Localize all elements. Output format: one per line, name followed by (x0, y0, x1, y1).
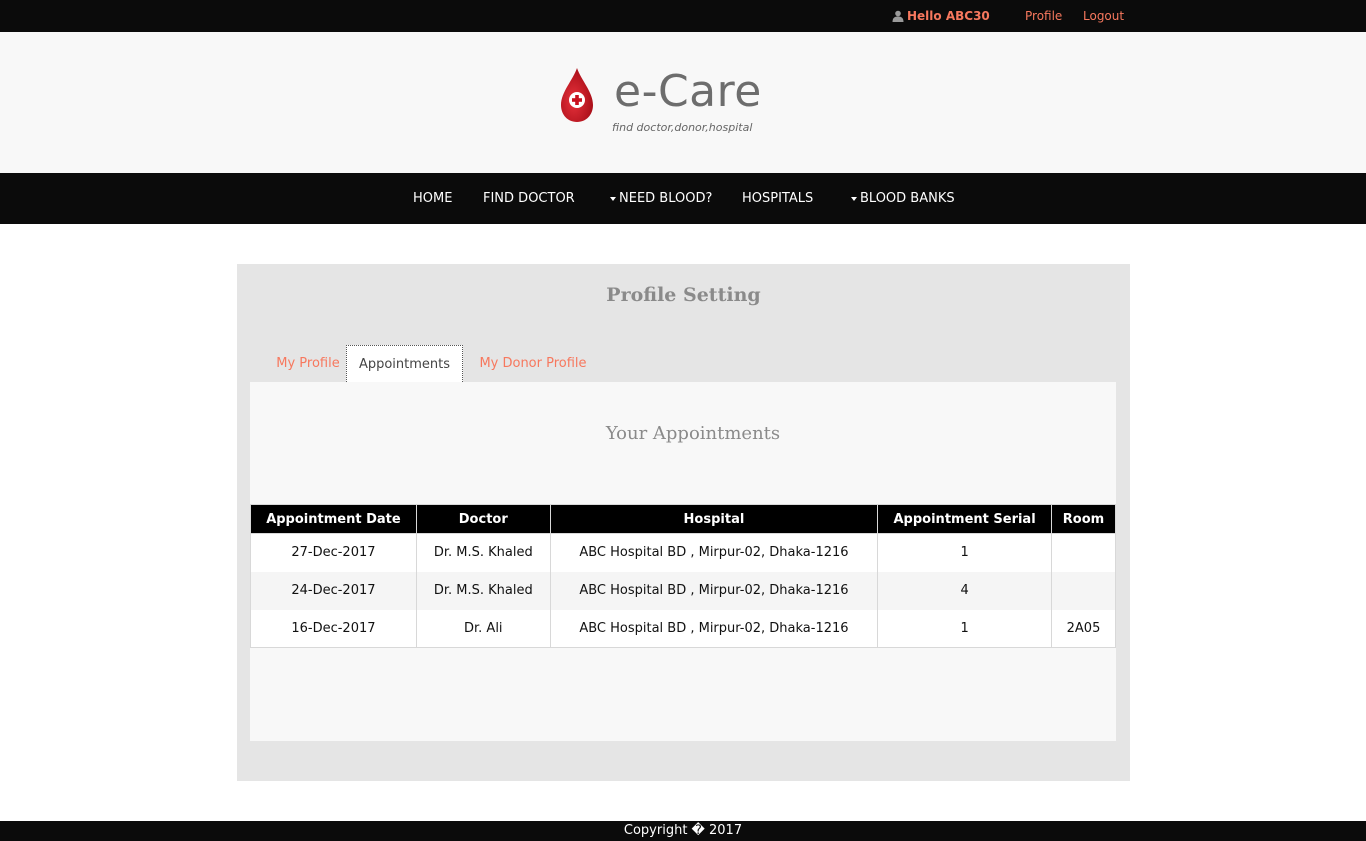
copyright-text: Copyright � 2017 (623, 823, 743, 838)
cell-doctor: Dr. M.S. Khaled (415, 571, 551, 610)
nav-need-blood[interactable]: NEED BLOOD? (610, 191, 712, 206)
brand-name[interactable]: e-Care (614, 66, 762, 118)
table-row: 16-Dec-2017 Dr. Ali ABC Hospital BD , Mi… (250, 609, 1116, 648)
cell-doctor: Dr. M.S. Khaled (415, 533, 551, 572)
user-greeting: Hello ABC30 (892, 9, 990, 23)
cell-doctor: Dr. Ali (415, 609, 551, 648)
cell-serial: 4 (877, 571, 1053, 610)
top-bar: Hello ABC30 Profile Logout (0, 0, 1366, 32)
main-nav: HOME FIND DOCTOR NEED BLOOD? HOSPITALS B… (0, 173, 1366, 224)
cell-room (1051, 571, 1116, 610)
brand-tagline: find doctor,donor,hospital (612, 121, 753, 134)
page-title: Profile Setting (606, 284, 761, 306)
cell-date: 27-Dec-2017 (250, 533, 417, 572)
profile-link[interactable]: Profile (1025, 9, 1062, 23)
caret-down-icon (851, 196, 857, 201)
section-heading: Your Appointments (605, 423, 781, 444)
appointments-content: Your Appointments Appointment Date Docto… (250, 382, 1116, 741)
cell-date: 16-Dec-2017 (250, 609, 417, 648)
table-row: 24-Dec-2017 Dr. M.S. Khaled ABC Hospital… (250, 571, 1116, 610)
cell-room (1051, 533, 1116, 572)
user-icon (892, 10, 904, 22)
col-header-date: Appointment Date (250, 504, 417, 534)
col-header-doctor: Doctor (415, 504, 551, 534)
profile-setting-panel: Profile Setting My Profile Appointments … (237, 264, 1130, 781)
greeting-text: Hello ABC30 (907, 9, 990, 23)
tab-appointments[interactable]: Appointments (346, 345, 463, 382)
cell-date: 24-Dec-2017 (250, 571, 417, 610)
cell-room: 2A05 (1051, 609, 1116, 648)
col-header-room: Room (1051, 504, 1116, 534)
col-header-hospital: Hospital (549, 504, 879, 534)
nav-hospitals[interactable]: HOSPITALS (742, 191, 813, 206)
appointments-table: Appointment Date Doctor Hospital Appoint… (250, 504, 1116, 648)
table-header-row: Appointment Date Doctor Hospital Appoint… (250, 504, 1116, 534)
nav-need-blood-label: NEED BLOOD? (619, 191, 713, 206)
logout-link[interactable]: Logout (1083, 9, 1124, 23)
cell-serial: 1 (877, 533, 1053, 572)
nav-find-doctor[interactable]: FIND DOCTOR (483, 191, 575, 206)
col-header-serial: Appointment Serial (877, 504, 1053, 534)
cell-hospital: ABC Hospital BD , Mirpur-02, Dhaka-1216 (549, 571, 879, 610)
cell-serial: 1 (877, 609, 1053, 648)
nav-blood-banks-label: BLOOD BANKS (860, 191, 955, 206)
caret-down-icon (610, 196, 616, 201)
footer: Copyright � 2017 (0, 821, 1366, 841)
cell-hospital: ABC Hospital BD , Mirpur-02, Dhaka-1216 (549, 533, 879, 572)
tab-my-donor-profile[interactable]: My Donor Profile (467, 345, 599, 382)
table-row: 27-Dec-2017 Dr. M.S. Khaled ABC Hospital… (250, 533, 1116, 572)
cell-hospital: ABC Hospital BD , Mirpur-02, Dhaka-1216 (549, 609, 879, 648)
nav-blood-banks[interactable]: BLOOD BANKS (851, 191, 955, 206)
nav-home[interactable]: HOME (413, 191, 452, 206)
brand-header: e-Care find doctor,donor,hospital (0, 32, 1366, 173)
blood-drop-logo-icon[interactable] (560, 68, 594, 124)
